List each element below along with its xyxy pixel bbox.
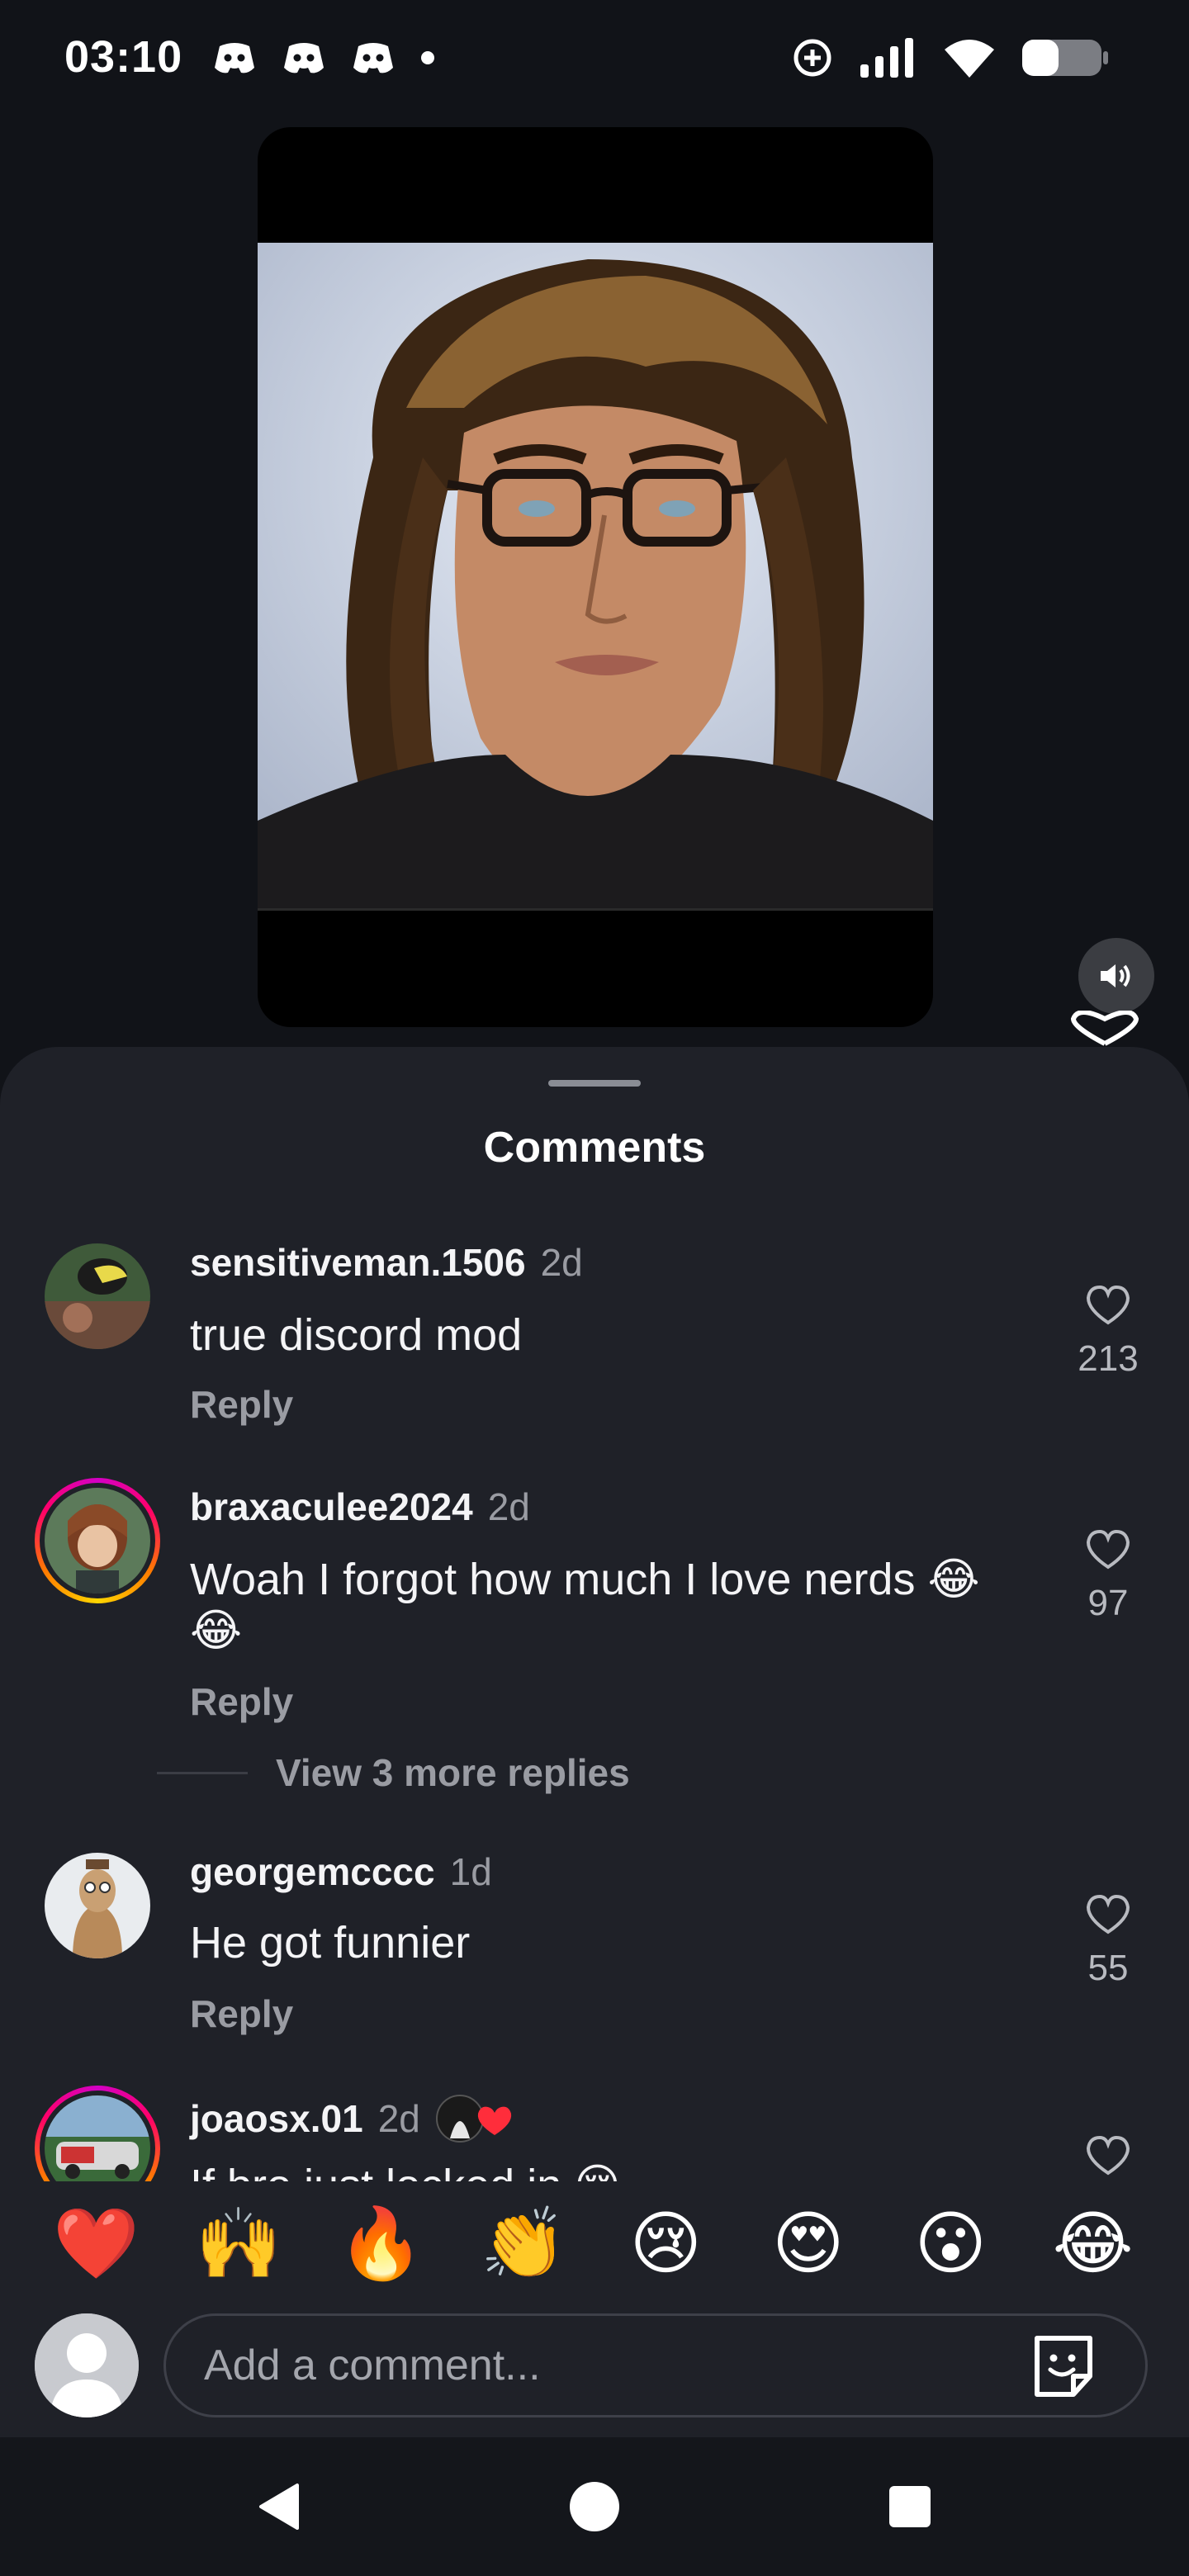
reply-button[interactable]: Reply: [190, 1382, 293, 1427]
emoji-raised-hands-button[interactable]: 🙌: [193, 2203, 284, 2285]
reply-button[interactable]: Reply: [190, 1679, 293, 1724]
sound-toggle-button[interactable]: [1078, 938, 1154, 1014]
comment-username[interactable]: braxaculee2024: [190, 1485, 473, 1529]
portrait-image: [258, 243, 933, 908]
wifi-icon: [945, 40, 994, 78]
system-nav-bar: [0, 2437, 1189, 2576]
system-icons: [791, 36, 1110, 79]
comment-time: 2d: [377, 2097, 420, 2140]
recents-button[interactable]: [880, 2477, 940, 2536]
avatar-image: [45, 1243, 150, 1349]
like-count: 55: [1087, 1948, 1129, 1988]
comment-text: Woah I forgot how much I love nerds 😂😂: [190, 1555, 980, 1655]
discord-icon: [215, 43, 254, 73]
comment-time: 2d: [540, 1241, 583, 1284]
avatar[interactable]: [45, 1243, 150, 1349]
comment-header: braxaculee2024 2d: [190, 1485, 530, 1529]
comment-text: He got funnier: [190, 1918, 471, 1968]
heart-icon: [1086, 1285, 1130, 1325]
emoji-heart-eyes-button[interactable]: 😍: [763, 2203, 854, 2284]
comment-composer: [0, 2300, 1189, 2424]
comment-header: sensitiveman.1506 2d: [190, 1240, 583, 1285]
heart-icon: [1086, 1529, 1130, 1570]
notification-icons: [211, 40, 436, 76]
battery-icon: [1022, 40, 1108, 76]
comment-header: joaosx.01 2d: [190, 2092, 518, 2145]
emoji-surprised-button[interactable]: 😮: [905, 2203, 996, 2284]
avatar-image: [45, 2095, 150, 2181]
comment-time: 1d: [449, 1850, 492, 1893]
more-replies-label: View 3 more replies: [276, 1751, 630, 1794]
comments-list[interactable]: sensitiveman.1506 2d true discord mod Re…: [0, 1047, 1189, 2181]
avatar-image: [45, 1853, 150, 1958]
heart-icon: [1086, 1894, 1130, 1934]
back-button[interactable]: [249, 2477, 309, 2536]
comment-username[interactable]: sensitiveman.1506: [190, 1240, 526, 1285]
comment-username[interactable]: joaosx.01: [190, 2096, 363, 2141]
sticker-icon[interactable]: [1029, 2333, 1098, 2399]
default-avatar-icon: [35, 2313, 139, 2417]
comment-text: true discord mod: [190, 1310, 523, 1360]
comments-sheet: Comments sensitiveman.1506 2d true disco…: [0, 1047, 1189, 2437]
discord-icon: [284, 43, 324, 73]
video-progress-line: [258, 908, 933, 911]
emoji-laughing-button[interactable]: 😂: [1048, 2203, 1139, 2284]
like-button[interactable]: 97: [1065, 1529, 1151, 1624]
home-button[interactable]: [565, 2477, 624, 2536]
avatar[interactable]: [45, 1853, 150, 1958]
data-saver-icon: [793, 39, 831, 77]
status-time: 03:10: [64, 32, 183, 82]
creator-liked-icon: [435, 2095, 512, 2143]
dot-icon: [421, 51, 434, 64]
reply-button[interactable]: Reply: [190, 1991, 293, 2036]
reply-thread-line: [157, 1771, 248, 1774]
add-comment-input[interactable]: [163, 2313, 1148, 2417]
comment-text: If bro just locked in 😢: [190, 2160, 1016, 2181]
my-avatar[interactable]: [35, 2313, 139, 2417]
status-bar: 03:10: [0, 0, 1189, 116]
heart-icon: [1086, 2135, 1130, 2176]
emoji-heart-button[interactable]: ❤️: [50, 2203, 141, 2285]
video-player[interactable]: [258, 127, 933, 1027]
avatar-image: [45, 1488, 150, 1593]
emoji-fire-button[interactable]: 🔥: [335, 2203, 426, 2285]
view-more-replies-button[interactable]: View 3 more replies: [157, 1750, 630, 1795]
emoji-quick-bar: ❤️ 🙌 🔥 👏 😢 😍 😮 😂: [0, 2181, 1189, 2305]
like-button[interactable]: 55: [1065, 1894, 1151, 1989]
heart-icon[interactable]: [1065, 1011, 1144, 1047]
emoji-clap-button[interactable]: 👏: [478, 2203, 569, 2285]
home-icon: [570, 2482, 619, 2531]
emoji-crying-button[interactable]: 😢: [620, 2203, 711, 2284]
recents-icon: [889, 2486, 931, 2527]
like-button[interactable]: 213: [1065, 1285, 1151, 1380]
like-count: 97: [1087, 1583, 1129, 1623]
like-count: 213: [1078, 1338, 1139, 1379]
video-frame: [258, 243, 933, 908]
avatar-story-ring[interactable]: [35, 2086, 160, 2181]
discord-icon: [353, 43, 393, 73]
comment-header: georgemcccc 1d: [190, 1849, 492, 1894]
volume-icon: [1101, 964, 1130, 987]
signal-icon: [860, 38, 913, 78]
comment-username[interactable]: georgemcccc: [190, 1849, 435, 1894]
like-button[interactable]: [1065, 2135, 1151, 2181]
avatar-story-ring[interactable]: [35, 1478, 160, 1603]
back-icon: [259, 2484, 299, 2530]
comment-time: 2d: [487, 1485, 530, 1528]
